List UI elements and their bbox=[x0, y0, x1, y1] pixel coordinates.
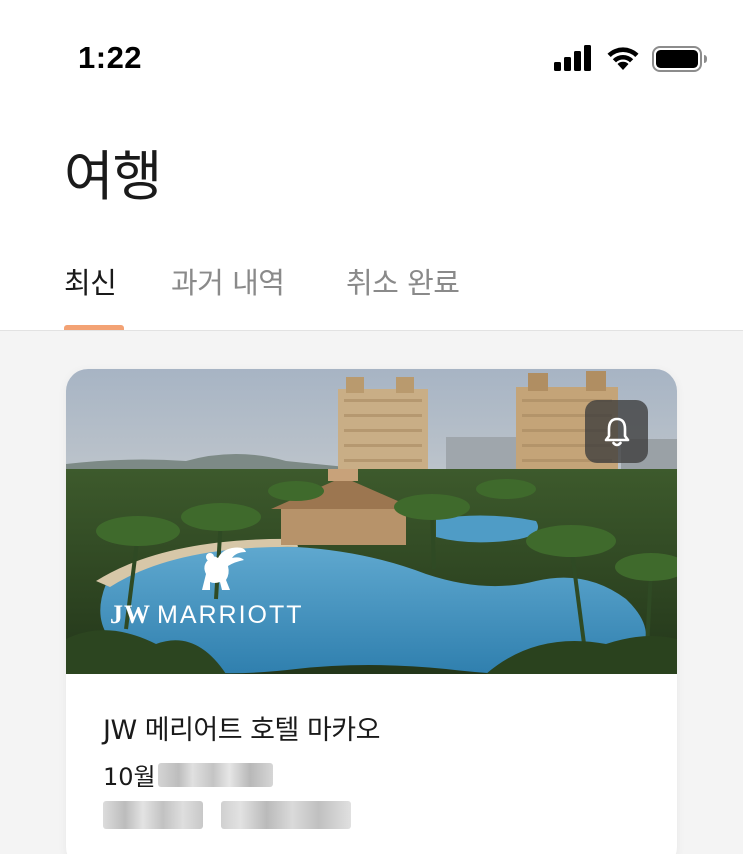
tab-bar: 최신 과거 내역 취소 완료 bbox=[0, 250, 743, 331]
battery-icon bbox=[652, 46, 707, 72]
redacted-confirmation-number bbox=[221, 801, 351, 829]
page-title: 여행 bbox=[64, 145, 162, 208]
logo-brand-text: MARRIOTT bbox=[157, 601, 304, 629]
griffin-logo-icon bbox=[202, 547, 246, 590]
hotel-name: JW 메리어트 호텔 마카오 bbox=[103, 715, 380, 746]
confirmation-info bbox=[103, 801, 351, 829]
status-bar: 1:22 bbox=[0, 0, 743, 110]
stay-dates: 10월 bbox=[103, 757, 273, 792]
cellular-signal-icon bbox=[554, 45, 591, 71]
trip-list: JW MARRIOTT JW 메리어트 호텔 마카오 10월 bbox=[0, 331, 743, 854]
tab-past[interactable]: 과거 내역 bbox=[171, 260, 285, 302]
stay-month: 10월 bbox=[103, 763, 156, 791]
jw-marriott-logo: JW MARRIOTT bbox=[110, 544, 320, 634]
tab-latest[interactable]: 최신 bbox=[64, 260, 117, 302]
redacted-label bbox=[103, 801, 203, 829]
trip-card[interactable]: JW MARRIOTT JW 메리어트 호텔 마카오 10월 bbox=[66, 369, 677, 854]
wifi-icon bbox=[607, 47, 639, 70]
logo-jw-text: JW bbox=[110, 600, 151, 629]
tab-cancelled[interactable]: 취소 완료 bbox=[346, 260, 460, 302]
status-time: 1:22 bbox=[78, 40, 143, 75]
notification-button[interactable] bbox=[585, 400, 648, 463]
hotel-photo: JW MARRIOTT bbox=[66, 369, 677, 674]
bell-icon bbox=[604, 417, 629, 446]
redacted-dates bbox=[157, 762, 273, 787]
